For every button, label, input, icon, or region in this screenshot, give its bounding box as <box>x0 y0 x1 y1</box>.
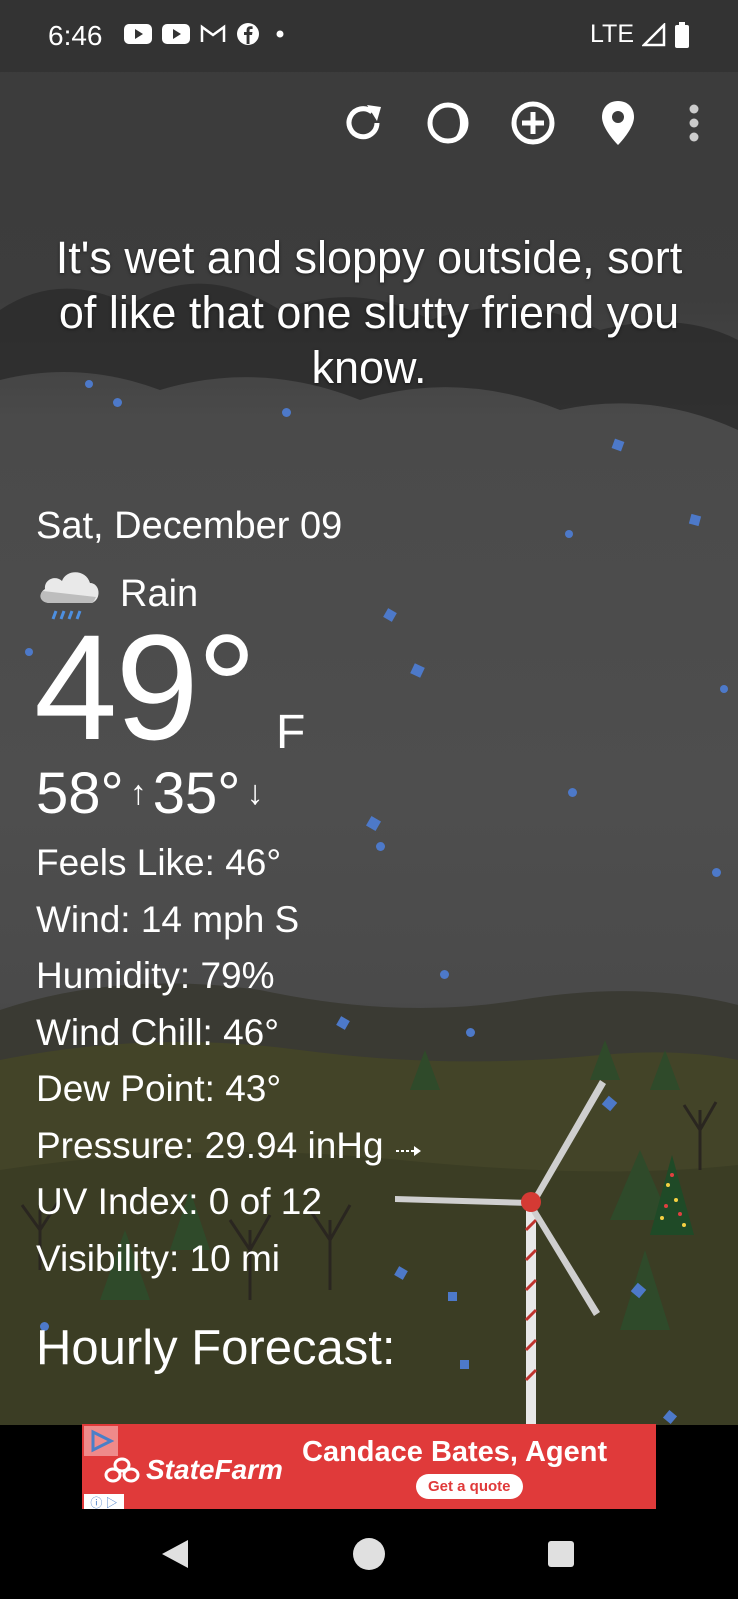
location-pin-icon <box>602 101 634 145</box>
detail-row: Wind Chill: 46° <box>36 1011 280 1053</box>
rain-drop <box>720 685 728 693</box>
rain-drop <box>365 815 382 832</box>
moon-phase-icon <box>427 102 469 144</box>
back-icon <box>162 1540 188 1568</box>
home-button[interactable] <box>346 1531 392 1577</box>
dot-icon <box>276 30 284 38</box>
temperature-unit: F <box>276 706 306 759</box>
back-button[interactable] <box>152 1531 198 1577</box>
statefarm-logo-icon <box>104 1457 140 1483</box>
location-button[interactable] <box>590 95 646 151</box>
recents-icon <box>548 1541 574 1567</box>
recents-button[interactable] <box>538 1531 584 1577</box>
facebook-icon <box>237 23 259 45</box>
status-right: LTE <box>590 20 690 49</box>
rain-drop <box>460 1360 469 1369</box>
brand-logo: StateFarm <box>104 1454 283 1486</box>
rain-drop <box>448 1292 457 1301</box>
home-icon <box>353 1538 385 1570</box>
high-temperature: 58° <box>36 761 124 826</box>
add-location-icon <box>511 101 555 145</box>
detail-row: Wind: 14 mph S <box>36 898 300 940</box>
ad-info-icon[interactable]: ⓘ ▷ <box>84 1494 124 1510</box>
network-type: LTE <box>590 20 634 48</box>
forecast-date: Sat, December 09 <box>36 505 343 547</box>
agent-name: Candace Bates, Agent <box>302 1436 608 1468</box>
current-temperature: 49° <box>34 603 257 771</box>
low-temperature: 35° <box>152 761 241 826</box>
rain-drop <box>113 398 122 407</box>
gmail-icon <box>200 24 226 42</box>
adchoices-icon[interactable] <box>84 1426 118 1456</box>
battery-icon <box>675 21 689 48</box>
detail-row: Dew Point: 43° <box>36 1068 282 1109</box>
detail-row: UV Index: 0 of 12 <box>36 1181 322 1222</box>
youtube-icon <box>124 24 152 44</box>
more-options-button[interactable] <box>666 95 722 151</box>
status-time: 6:46 <box>48 20 103 51</box>
rain-drop <box>410 663 425 678</box>
rain-drop <box>440 970 449 979</box>
rain-drop <box>466 1028 475 1037</box>
detail-row: Humidity: 79% <box>36 955 275 996</box>
weather-details: Feels Like: 46° Wind: 14 mph S Humidity:… <box>36 835 422 1287</box>
rain-drop <box>565 530 573 538</box>
detail-row: Feels Like: 46° <box>36 842 282 883</box>
statefarm-ad-banner[interactable]: StateFarm Candace Bates, Agent Get a quo… <box>82 1424 656 1512</box>
weather-tagline: It's wet and sloppy outside, sort of lik… <box>55 232 683 393</box>
notification-icons <box>124 22 290 46</box>
hourly-forecast-heading: Hourly Forecast: <box>36 1321 396 1375</box>
get-quote-button[interactable]: Get a quote <box>416 1474 523 1499</box>
status-bar: 6:46 LTE <box>0 0 738 72</box>
rain-drop <box>712 868 721 877</box>
high-low-row: 58° ↑ 35° ↓ <box>36 760 263 827</box>
steady-arrow-icon <box>395 1145 421 1156</box>
rain-drop <box>282 408 291 417</box>
rain-drop <box>611 438 625 452</box>
rain-drop <box>688 513 702 527</box>
rain-drop <box>568 788 577 797</box>
add-location-button[interactable] <box>505 95 561 151</box>
rain-drop <box>383 608 397 622</box>
moon-phase-button[interactable] <box>420 95 476 151</box>
rain-drop <box>25 648 33 656</box>
brand-name: StateFarm <box>146 1454 283 1485</box>
down-arrow-icon: ↓ <box>246 774 264 812</box>
navigation-bar <box>0 1509 738 1599</box>
more-vert-icon <box>689 104 699 142</box>
detail-row: Visibility: 10 mi <box>36 1237 281 1279</box>
refresh-button[interactable] <box>335 95 391 151</box>
detail-row: Pressure: 29.94 inHg <box>36 1118 422 1175</box>
up-arrow-icon: ↑ <box>129 774 147 812</box>
signal-icon <box>642 22 666 46</box>
refresh-icon <box>346 105 381 140</box>
youtube-icon <box>162 24 190 44</box>
